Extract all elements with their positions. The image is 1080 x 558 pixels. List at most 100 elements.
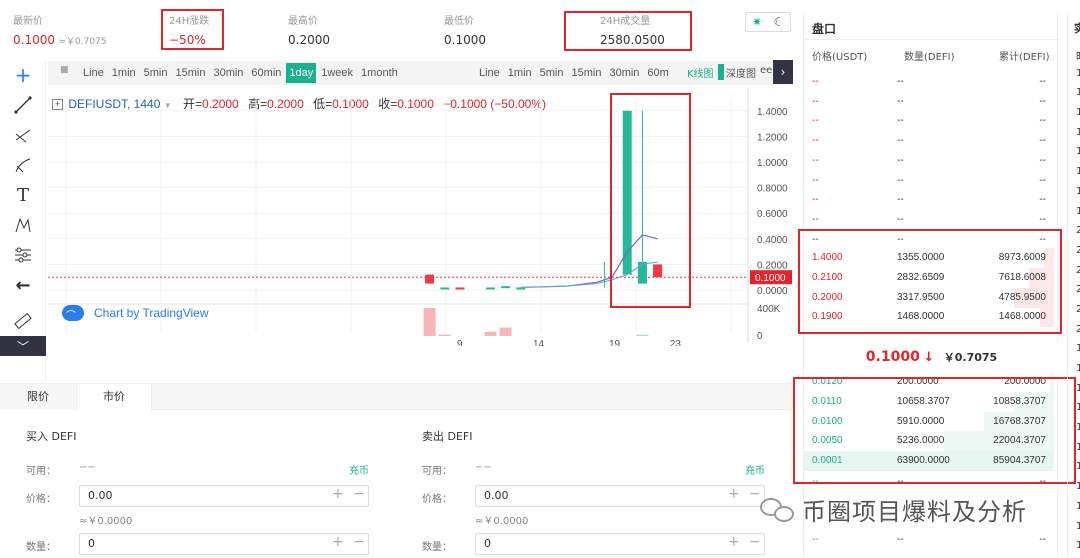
ob-mid-cny: ￥0.7075 — [943, 351, 998, 364]
interval-button-15min[interactable]: 15min — [568, 63, 604, 83]
interval-button-1month[interactable]: 1month — [358, 63, 401, 83]
stat-label: 最高价 — [288, 16, 318, 27]
toolbar-dot-icon: ■ — [60, 65, 69, 75]
tab-depth[interactable]: 深度图 — [726, 65, 756, 80]
trade-edge-char: 1 — [1076, 442, 1080, 462]
minus-icon[interactable]: − — [353, 486, 365, 502]
plus-icon[interactable]: + — [332, 486, 344, 502]
interval-button-5min[interactable]: 5min — [537, 63, 567, 83]
trade-edge-char: 1 — [1076, 68, 1080, 88]
candle-body[interactable] — [425, 274, 435, 284]
ob-qty: -- — [897, 174, 904, 186]
highlight-24h-change — [161, 9, 224, 50]
stat-label: 最低价 — [444, 16, 474, 27]
interval-button-5min[interactable]: 5min — [141, 63, 171, 83]
interval-button-15min[interactable]: 15min — [172, 63, 208, 83]
y-tick-label: 0.6000 — [757, 209, 788, 220]
interval-button-1min[interactable]: 1min — [109, 63, 139, 83]
ob-qty: -- — [897, 135, 904, 147]
candle-body[interactable] — [485, 287, 495, 290]
interval-button-Line[interactable]: Line — [476, 63, 503, 83]
ob-price: -- — [812, 76, 819, 87]
pattern-icon[interactable] — [0, 210, 46, 240]
interval-button-60m[interactable]: 60m — [644, 63, 671, 83]
ob-qty: -- — [897, 115, 904, 127]
trade-edge-char: 1 — [1076, 166, 1080, 186]
buy-price-input[interactable]: 0.00 — [79, 485, 369, 507]
ob-empty-row[interactable]: -- -- -- — [804, 210, 1054, 230]
ob-total: -- — [1039, 115, 1046, 127]
buy-amount-input[interactable]: 0 — [79, 533, 369, 555]
ob-empty-row[interactable]: -- -- -- — [804, 131, 1054, 151]
interval-button-1week[interactable]: 1week — [318, 63, 356, 83]
sell-deposit-link[interactable]: 充币 — [745, 462, 765, 477]
buy-deposit-link[interactable]: 充币 — [349, 462, 369, 477]
stat-high: 最高价 0.2000 — [288, 12, 330, 47]
ruler-icon[interactable] — [0, 306, 46, 336]
plus-icon[interactable]: + — [728, 486, 740, 502]
interval-button-1min[interactable]: 1min — [505, 63, 535, 83]
ob-empty-row[interactable]: -- -- -- — [804, 530, 1054, 550]
volume-bar — [499, 327, 512, 336]
tab-market[interactable]: 市价 — [76, 384, 152, 411]
trade-edge-char: 1 — [1076, 540, 1080, 557]
tab-kline[interactable]: K线图 — [687, 65, 714, 80]
measure-icon[interactable] — [0, 240, 46, 270]
ob-empty-row[interactable]: -- -- -- — [804, 111, 1054, 131]
interval-button-Line[interactable]: Line — [80, 63, 107, 83]
ob-price: -- — [812, 95, 819, 107]
candle-body[interactable] — [455, 287, 465, 290]
candle-body[interactable] — [501, 286, 511, 289]
interval-button-1day[interactable]: 1day — [286, 63, 317, 83]
trade-edge-char: 1 — [1076, 402, 1080, 422]
trendline-icon[interactable] — [0, 90, 46, 120]
fib-icon[interactable] — [0, 120, 46, 150]
crosshair-icon[interactable]: + — [0, 60, 46, 90]
trade-edge-char: 1 — [1076, 146, 1080, 166]
text-icon[interactable]: T — [0, 180, 46, 210]
plus-icon[interactable]: + — [728, 534, 740, 550]
stat-value: 0.1000 — [444, 33, 486, 47]
interval-button-30min[interactable]: 30min — [210, 63, 246, 83]
theme-toggle[interactable]: ✷ ☾ — [745, 12, 791, 32]
ob-empty-row[interactable]: -- -- -- — [804, 190, 1054, 210]
interval-button-30min[interactable]: 30min — [606, 63, 642, 83]
ob-empty-row[interactable]: -- -- -- — [804, 72, 1054, 92]
sell-price-approx: ≈￥0.0000 — [475, 516, 529, 527]
y-tick-label: 1.4000 — [757, 107, 788, 118]
chevron-down-icon[interactable]: ﹀ — [0, 336, 46, 356]
ob-empty-row[interactable]: -- -- -- — [804, 151, 1054, 171]
minus-icon[interactable]: − — [353, 534, 365, 550]
ob-empty-row[interactable]: -- -- -- — [804, 92, 1054, 112]
buy-price-approx: ≈￥0.0000 — [79, 516, 133, 527]
sun-icon[interactable]: ✷ — [746, 13, 768, 31]
tab-limit[interactable]: 限价 — [0, 384, 76, 410]
ob-total: -- — [1039, 95, 1046, 107]
trade-edge-char: 1 — [1076, 107, 1080, 127]
plus-icon[interactable]: + — [332, 534, 344, 550]
ob-price: -- — [812, 194, 819, 206]
tradingview-watermark[interactable]: ⌒ Chart by TradingView — [62, 305, 209, 322]
ob-total: -- — [1039, 213, 1046, 225]
y-tick-label: 0.0000 — [757, 286, 788, 297]
interval-button-60min[interactable]: 60min — [248, 63, 284, 83]
brush-icon[interactable] — [0, 150, 46, 180]
sell-available-label: 可用： — [422, 466, 452, 477]
ob-empty-row[interactable]: -- -- -- — [804, 171, 1054, 191]
toolbar-scroll-right-button[interactable]: › — [773, 60, 793, 84]
x-tick-label: 19 — [609, 339, 621, 346]
orderbook-title: 盘口 — [812, 22, 837, 36]
trade-edge-char: 2 — [1076, 284, 1080, 304]
sell-price-input[interactable]: 0.00 — [475, 485, 765, 507]
back-arrow-icon[interactable]: ← — [0, 270, 46, 300]
candle-body[interactable] — [440, 287, 450, 290]
buy-amount-label: 数量： — [26, 542, 56, 553]
volume-zero-label: 0 — [757, 331, 763, 342]
tab-more[interactable]: ee — [760, 65, 772, 76]
minus-icon[interactable]: − — [749, 534, 761, 550]
volume-bar — [484, 331, 497, 336]
interval-toolbar: ■ Line 1min 5min 15min 30min 60min 1day 1week 1m… — [48, 61, 793, 85]
sell-amount-input[interactable]: 0 — [475, 533, 765, 555]
moon-icon[interactable]: ☾ — [768, 13, 790, 31]
current-price-label: 0.1000 — [755, 273, 786, 284]
